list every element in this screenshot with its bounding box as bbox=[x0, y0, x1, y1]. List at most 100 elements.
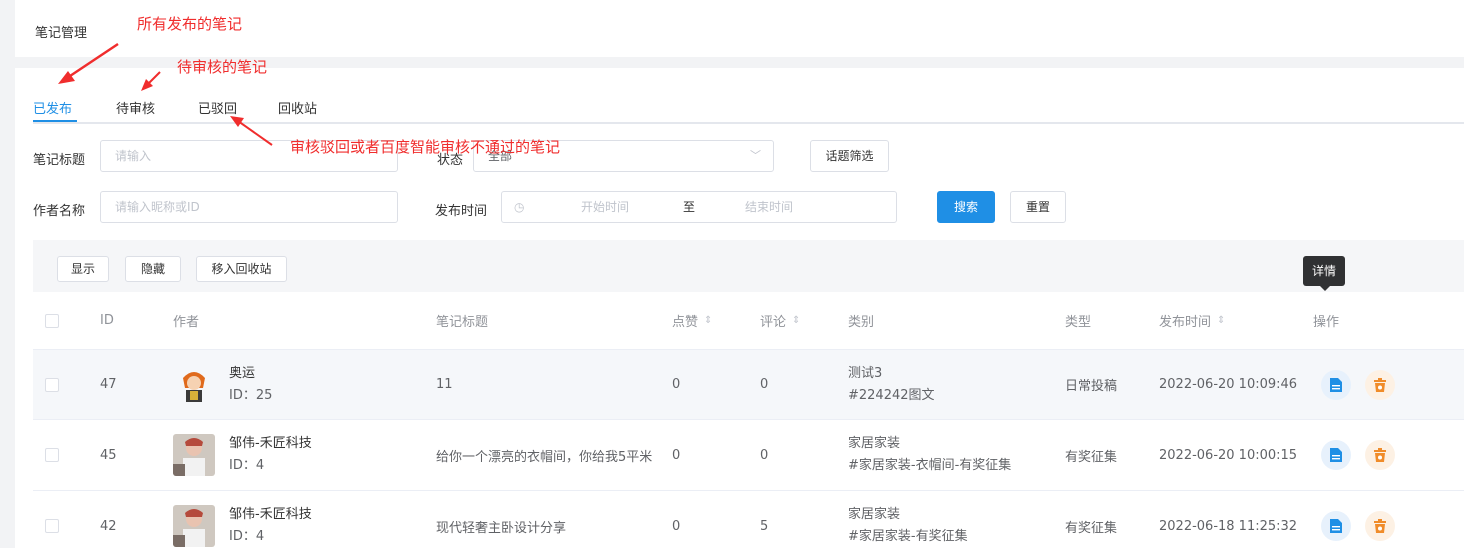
row-comments: 5 bbox=[760, 518, 769, 534]
row-author: 奥运 ID：25 bbox=[173, 350, 272, 419]
main-card: 已发布 待审核 已驳回 回收站 笔记标题 请输入 状态 全部 ﹀ 话题筛选 作者… bbox=[15, 68, 1464, 548]
delete-button[interactable] bbox=[1365, 440, 1395, 470]
chevron-down-icon: ﹀ bbox=[750, 149, 761, 162]
row-likes: 0 bbox=[672, 447, 681, 463]
detail-button[interactable] bbox=[1321, 511, 1351, 541]
tooltip-arrow bbox=[1320, 286, 1330, 291]
delete-button[interactable] bbox=[1365, 511, 1395, 541]
author-id: ID：4 bbox=[229, 458, 265, 473]
column-publish-time[interactable]: 发布时间 ⇕ bbox=[1159, 292, 1225, 349]
row-author: 邹伟-禾匠科技 ID：4 bbox=[173, 491, 312, 548]
table-row[interactable]: 42 邹伟-禾匠科技 ID：4 现代轻奢主卧设计分享 0 5 家居家装 #家居家… bbox=[33, 491, 1464, 548]
category-tags: #家居家装-衣帽间-有奖征集 bbox=[848, 458, 1012, 473]
trash-icon bbox=[1374, 448, 1386, 462]
detail-button[interactable] bbox=[1321, 369, 1351, 400]
sort-icon[interactable]: ⇕ bbox=[704, 315, 712, 326]
range-separator: 至 bbox=[683, 200, 696, 214]
clock-icon: ◷ bbox=[514, 200, 525, 214]
sort-icon[interactable]: ⇕ bbox=[1217, 315, 1225, 326]
row-checkbox-cell[interactable] bbox=[45, 420, 59, 490]
author-name-label: 作者名称 bbox=[33, 204, 86, 219]
row-publish-time: 2022-06-20 10:09:46 bbox=[1159, 377, 1298, 392]
tab-published[interactable]: 已发布 bbox=[33, 98, 72, 117]
column-author: 作者 bbox=[173, 315, 200, 330]
column-note-title: 笔记标题 bbox=[436, 315, 489, 330]
column-actions: 操作 bbox=[1313, 315, 1340, 330]
table-header-row: ID 作者 笔记标题 点赞 ⇕ 评论 ⇕ 类别 类型 发布时间 ⇕ 操作 bbox=[33, 292, 1464, 350]
document-icon bbox=[1330, 519, 1342, 533]
column-type: 类型 bbox=[1065, 315, 1092, 330]
select-all-checkbox[interactable] bbox=[45, 292, 59, 349]
detail-button[interactable] bbox=[1321, 440, 1351, 470]
tab-bar: 已发布 待审核 已驳回 回收站 bbox=[33, 96, 1464, 124]
tab-pending[interactable]: 待审核 bbox=[116, 98, 155, 117]
row-checkbox-cell[interactable] bbox=[45, 350, 59, 419]
row-checkbox-cell[interactable] bbox=[45, 491, 59, 548]
table-row[interactable]: 45 邹伟-禾匠科技 ID：4 给你一个漂亮的衣帽间，你给我5平米 0 0 家居… bbox=[33, 420, 1464, 491]
document-icon bbox=[1330, 377, 1342, 392]
table-area: 显示 隐藏 移入回收站 ID 作者 笔记标题 点赞 ⇕ 评论 ⇕ 类别 类型 发布时… bbox=[33, 240, 1464, 548]
show-button[interactable]: 显示 bbox=[57, 256, 109, 282]
row-publish-time: 2022-06-18 11:25:32 bbox=[1159, 518, 1298, 534]
row-comments: 0 bbox=[760, 377, 769, 392]
start-time-input[interactable]: 开始时间 bbox=[581, 192, 629, 222]
search-button[interactable]: 搜索 bbox=[937, 191, 995, 223]
category-tags: #224242图文 bbox=[848, 387, 935, 403]
column-publish-time-label: 发布时间 bbox=[1159, 315, 1212, 330]
avatar bbox=[173, 434, 215, 476]
author-id: ID：4 bbox=[229, 529, 265, 544]
hide-button[interactable]: 隐藏 bbox=[125, 256, 181, 282]
row-actions bbox=[1321, 491, 1409, 548]
reset-button[interactable]: 重置 bbox=[1010, 191, 1066, 223]
author-name-input[interactable]: 请输入昵称或ID bbox=[100, 191, 398, 223]
column-id: ID bbox=[100, 313, 114, 328]
row-likes: 0 bbox=[672, 518, 681, 534]
table-row[interactable]: 47 奥运 ID：25 11 0 0 测试3 #224242图文 日常投稿 20… bbox=[33, 350, 1464, 420]
column-comments-label: 评论 bbox=[760, 315, 787, 330]
author-name: 邹伟-禾匠科技 bbox=[229, 507, 312, 522]
row-id: 47 bbox=[100, 377, 117, 392]
topic-filter-button[interactable]: 话题筛选 bbox=[810, 140, 889, 172]
tab-rejected[interactable]: 已驳回 bbox=[198, 98, 237, 117]
column-comments[interactable]: 评论 ⇕ bbox=[760, 292, 800, 349]
row-type: 有奖征集 bbox=[1065, 520, 1118, 536]
row-comments: 0 bbox=[760, 447, 769, 463]
row-type: 日常投稿 bbox=[1065, 379, 1118, 394]
author-name: 邹伟-禾匠科技 bbox=[229, 436, 312, 451]
trash-icon bbox=[1374, 519, 1386, 533]
tab-recycle-bin[interactable]: 回收站 bbox=[278, 98, 317, 117]
row-publish-time: 2022-06-20 10:00:15 bbox=[1159, 447, 1298, 463]
trash-icon bbox=[1374, 377, 1386, 392]
row-category: 测试3 #224242图文 bbox=[848, 350, 935, 419]
delete-button[interactable] bbox=[1365, 369, 1395, 400]
move-to-recycle-button[interactable]: 移入回收站 bbox=[196, 256, 287, 282]
date-range-picker[interactable]: ◷ 开始时间 至 结束时间 bbox=[501, 191, 897, 223]
checkbox[interactable] bbox=[45, 448, 59, 462]
row-actions bbox=[1321, 350, 1409, 419]
author-name: 奥运 bbox=[229, 365, 256, 381]
checkbox[interactable] bbox=[45, 377, 59, 392]
avatar bbox=[173, 505, 215, 547]
detail-tooltip: 详情 bbox=[1303, 256, 1345, 286]
note-title-label: 笔记标题 bbox=[33, 153, 86, 168]
active-tab-indicator bbox=[33, 120, 77, 122]
row-note-title: 现代轻奢主卧设计分享 bbox=[436, 520, 567, 536]
category-tags: #家居家装-有奖征集 bbox=[848, 529, 968, 544]
row-note-title: 11 bbox=[436, 377, 453, 392]
row-category: 家居家装 #家居家装-有奖征集 bbox=[848, 491, 968, 548]
sort-icon[interactable]: ⇕ bbox=[792, 315, 800, 326]
row-type: 有奖征集 bbox=[1065, 449, 1118, 465]
column-likes-label: 点赞 bbox=[672, 315, 699, 330]
publish-time-label: 发布时间 bbox=[435, 204, 488, 219]
checkbox[interactable] bbox=[45, 519, 59, 533]
column-likes[interactable]: 点赞 ⇕ bbox=[672, 292, 712, 349]
annotation-published: 所有发布的笔记 bbox=[137, 15, 243, 33]
category-name: 家居家装 bbox=[848, 507, 901, 522]
end-time-input[interactable]: 结束时间 bbox=[745, 192, 793, 222]
category-name: 家居家装 bbox=[848, 436, 901, 451]
row-id: 45 bbox=[100, 447, 117, 463]
row-note-title: 给你一个漂亮的衣帽间，你给我5平米 bbox=[436, 449, 653, 465]
checkbox[interactable] bbox=[45, 313, 59, 328]
column-category: 类别 bbox=[848, 315, 875, 330]
row-author: 邹伟-禾匠科技 ID：4 bbox=[173, 420, 312, 490]
